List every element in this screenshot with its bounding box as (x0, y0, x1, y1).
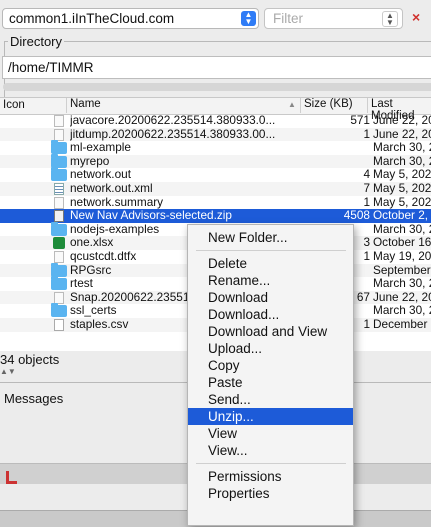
table-row[interactable]: jitdump.20200622.235514.380933.00... 1 Jun… (0, 126, 431, 142)
cell-size: 4 (363, 167, 370, 182)
directory-legend: Directory (8, 34, 65, 49)
zip-file-icon (54, 210, 64, 223)
menu-separator (196, 463, 346, 464)
menu-item-download[interactable]: Download (188, 289, 353, 306)
doc-file-icon (54, 196, 64, 209)
column-header-name[interactable]: Name (66, 98, 101, 113)
cell-name: javacore.20200622.235514.380933.0... (70, 114, 276, 127)
doc-file-icon (54, 251, 64, 263)
cell-modified: June 22, 2020 (373, 290, 431, 304)
sort-ascending-icon: ▲ (288, 100, 296, 109)
column-header-icon[interactable]: Icon (3, 99, 25, 111)
folder-icon (51, 153, 67, 168)
table-row[interactable]: network.out.xml 7May 5, 2020 (0, 181, 431, 196)
directory-path-field[interactable]: /home/TIMMR (2, 56, 431, 79)
cell-modified: March 30, 2020 (373, 277, 431, 291)
column-header-modified[interactable]: Last Modified (367, 98, 431, 122)
cell-modified: May 5, 2020 (373, 182, 431, 195)
table-row[interactable]: javacore.20200622.235514.380933.0... 571 J… (0, 113, 431, 128)
folder-icon (51, 140, 67, 155)
menu-item-view[interactable]: View... (188, 442, 353, 459)
cell-size: 1 (363, 126, 370, 141)
menu-item-upload[interactable]: Upload... (188, 340, 353, 357)
menu-item-properties[interactable]: Properties (188, 485, 353, 502)
cell-modified: October 2, 2020 (373, 209, 431, 223)
folder-icon (51, 276, 67, 291)
menu-item-view[interactable]: View (188, 425, 353, 442)
cell-modified: September 2020 (373, 263, 431, 277)
filter-input[interactable]: Filter ▲ ▼ (264, 8, 403, 29)
menu-item-permissions[interactable]: Permissions (188, 468, 353, 485)
cell-size: 7 (363, 181, 370, 195)
context-menu: New Folder... Delete Rename... Download Down… (187, 224, 354, 526)
splitter-arrow-icon[interactable]: ▲▼ (0, 367, 16, 376)
menu-item-new-folder[interactable]: New Folder... (188, 229, 353, 246)
table-row[interactable]: ml-example March 30, 2020 (0, 140, 431, 155)
menu-item-copy[interactable]: Copy (188, 357, 353, 374)
messages-legend: Messages (2, 391, 66, 406)
table-row[interactable]: network.out 4May 5, 2020 (0, 167, 431, 182)
chevron-updown-icon: ▲ ▼ (241, 11, 256, 26)
directory-scrollbar[interactable] (3, 83, 431, 91)
menu-item-rename[interactable]: Rename... (188, 272, 353, 289)
csv-file-icon (54, 319, 64, 331)
menu-item-download-and-view[interactable]: Download and View (188, 323, 353, 340)
cell-modified: May 19, 2020 (373, 250, 431, 263)
cell-name: jitdump.20200622.235514.380933.00... (70, 127, 276, 141)
cell-size: 1 (363, 194, 370, 209)
cell-modified: March 30, 2020 (373, 141, 431, 155)
filter-stepper-icon[interactable]: ▲ ▼ (382, 11, 398, 27)
cell-modified: May 5, 2020 (373, 195, 431, 209)
menu-item-send[interactable]: Send... (188, 391, 353, 408)
folder-icon (51, 221, 67, 236)
xml-file-icon (54, 183, 64, 195)
folder-icon (51, 262, 67, 277)
cell-modified: June 22, 2020 (373, 114, 431, 127)
cell-modified: March 30, 2020 (373, 154, 431, 168)
object-count: 34 objects (0, 352, 60, 367)
cell-name: ml-example (70, 141, 131, 155)
folder-icon (51, 167, 67, 182)
menu-item-download[interactable]: Download... (188, 306, 353, 323)
column-header-size[interactable]: Size (KB) (300, 98, 353, 113)
cell-name: New Nav Advisors-selected.zip (70, 209, 232, 223)
doc-file-icon (54, 291, 64, 304)
cell-name: network.summary (70, 195, 164, 209)
toolbar: common1.iInTheCloud.com ▲ ▼ Filter ▲ ▼ × (0, 0, 431, 36)
xlsx-file-icon (53, 237, 65, 250)
filter-placeholder: Filter (273, 11, 303, 26)
doc-file-icon (54, 128, 64, 141)
cell-modified: March 30, 2020 (373, 222, 431, 236)
doc-file-icon (54, 115, 64, 127)
menu-item-paste[interactable]: Paste (188, 374, 353, 391)
table-row[interactable]: network.summary 1May 5, 2020 (0, 194, 431, 210)
menu-item-delete[interactable]: Delete (188, 255, 353, 272)
table-row[interactable]: New Nav Advisors-selected.zip 4508 October… (0, 209, 431, 223)
table-row[interactable]: myrepo March 30, 2020 (0, 153, 431, 169)
cell-modified: March 30, 2020 (373, 304, 431, 318)
cell-modified: June 22, 2020 (373, 127, 431, 141)
cell-modified: December 2020 (373, 318, 431, 331)
close-icon[interactable]: × (412, 9, 420, 25)
menu-item-unzip[interactable]: Unzip... (188, 408, 353, 425)
host-select-value: common1.iInTheCloud.com (9, 11, 175, 26)
cell-name: network.out (70, 168, 131, 182)
cell-name: network.out.xml (70, 182, 153, 195)
folder-icon (51, 303, 67, 318)
cell-modified: October 16, 2020 (373, 236, 431, 250)
cell-size: 571 (350, 113, 370, 127)
window-corner-icon (6, 471, 17, 484)
cell-modified: May 5, 2020 (373, 168, 431, 182)
cell-size: 4508 (343, 208, 370, 223)
cell-name: myrepo (70, 154, 110, 168)
menu-separator (196, 250, 346, 251)
host-select[interactable]: common1.iInTheCloud.com ▲ ▼ (2, 8, 259, 29)
